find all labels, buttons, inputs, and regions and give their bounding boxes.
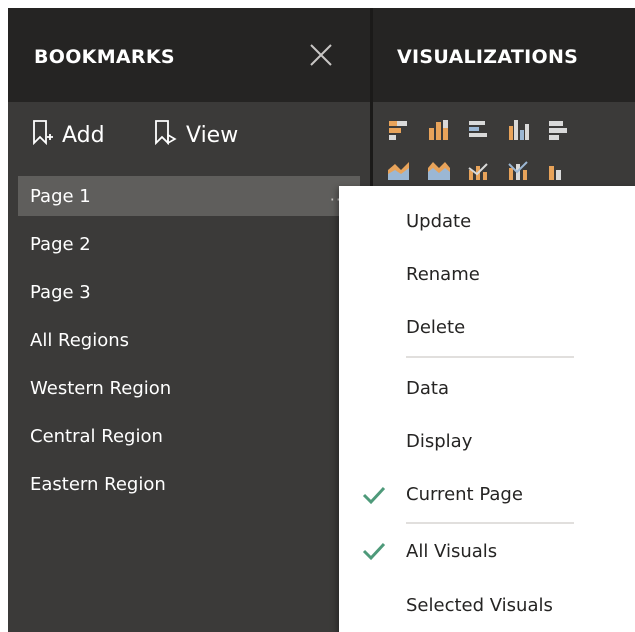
bookmark-item-page-1[interactable]: Page 1 ··· [18, 176, 360, 216]
menu-item-selected-visuals[interactable]: Selected Visuals [406, 590, 553, 620]
menu-item-delete[interactable]: Delete [406, 312, 465, 342]
bookmark-item-label: All Regions [30, 329, 130, 351]
bar-chart-icon[interactable] [547, 118, 571, 142]
menu-item-data[interactable]: Data [406, 373, 449, 403]
visualizations-title: VISUALIZATIONS [397, 46, 579, 68]
bookmarks-toolbar: Add View [8, 102, 370, 164]
bookmark-item-page-2[interactable]: Page 2 [18, 224, 360, 264]
visualizations-pane: VISUALIZATIONS [373, 8, 635, 208]
bookmark-context-menu: Update Rename Delete Data Display Curren… [339, 186, 635, 632]
bookmark-item-label: Western Region [30, 377, 172, 399]
ribbon-chart-icon[interactable] [547, 158, 571, 182]
add-bookmark-label: Add [62, 122, 105, 148]
menu-item-current-page[interactable]: Current Page [406, 479, 523, 509]
bookmarks-header: BOOKMARKS [8, 8, 370, 102]
checkmark-icon [361, 484, 387, 506]
bookmark-item-page-3[interactable]: Page 3 [18, 272, 360, 312]
bookmark-item-label: Central Region [30, 425, 163, 447]
area-chart-icon[interactable] [387, 158, 411, 182]
stacked-area-chart-icon[interactable] [427, 158, 451, 182]
menu-item-update[interactable]: Update [406, 206, 471, 236]
clustered-bar-chart-icon[interactable] [467, 118, 491, 142]
menu-item-display[interactable]: Display [406, 426, 472, 456]
stacked-bar-chart-icon[interactable] [387, 118, 411, 142]
view-bookmarks-button[interactable]: View [154, 120, 238, 150]
menu-separator [406, 356, 574, 358]
add-bookmark-icon [32, 119, 62, 151]
menu-separator [406, 522, 574, 524]
checkmark-icon [361, 540, 387, 562]
close-icon[interactable] [308, 42, 334, 68]
view-bookmark-label: View [186, 122, 239, 148]
app-frame: BOOKMARKS Add View Page 1 ··· [0, 0, 635, 632]
visualizations-header: VISUALIZATIONS [373, 8, 635, 102]
view-bookmark-icon [154, 119, 186, 151]
bookmark-item-label: Page 2 [30, 233, 91, 255]
add-bookmark-button[interactable]: Add [32, 120, 105, 150]
clustered-column-chart-icon[interactable] [507, 118, 531, 142]
bookmark-item-label: Page 3 [30, 281, 91, 303]
line-clustered-column-icon[interactable] [467, 158, 491, 182]
line-stacked-column-icon[interactable] [507, 158, 531, 182]
bookmark-item-label: Eastern Region [30, 473, 166, 495]
bookmarks-title: BOOKMARKS [34, 46, 175, 68]
bookmark-item-all-regions[interactable]: All Regions [18, 320, 360, 360]
bookmark-item-eastern-region[interactable]: Eastern Region [18, 464, 360, 504]
menu-item-rename[interactable]: Rename [406, 259, 480, 289]
menu-item-all-visuals[interactable]: All Visuals [406, 536, 497, 566]
bookmark-item-central-region[interactable]: Central Region [18, 416, 360, 456]
stacked-column-chart-icon[interactable] [427, 118, 451, 142]
bookmarks-pane: BOOKMARKS Add View Page 1 ··· [8, 8, 370, 632]
bookmark-item-label: Page 1 [30, 185, 91, 207]
bookmark-item-western-region[interactable]: Western Region [18, 368, 360, 408]
